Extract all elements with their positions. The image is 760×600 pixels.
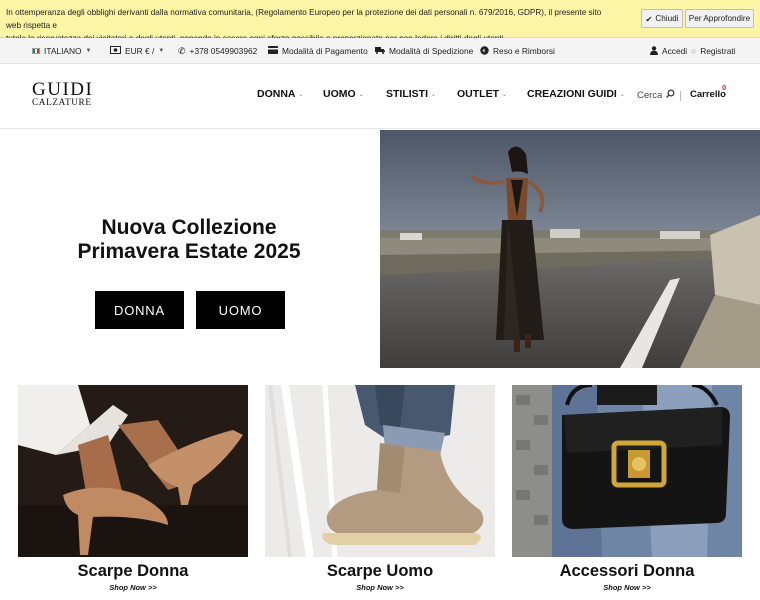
logo-sub-text: CALZATURE <box>32 98 92 108</box>
shipping-link[interactable]: Modalità di Spedizione <box>375 38 473 64</box>
utility-bar: ITALIANO ▼ EUR € / ▼ ✆ +378 0549903962 M… <box>0 38 760 64</box>
nav-label: CREAZIONI GUIDI <box>527 88 617 100</box>
nav-label: STILISTI <box>386 88 428 100</box>
site-logo[interactable]: GUIDI CALZATURE <box>32 79 94 109</box>
card-icon <box>268 46 278 56</box>
header-divider <box>680 91 681 101</box>
cookie-banner: In ottemperanza degli obblighi derivanti… <box>0 0 760 43</box>
account-area: Accedi ○ Registrati <box>650 38 736 64</box>
nav-item-creazioni-guidi[interactable]: CREAZIONI GUIDI ⌄ <box>527 88 625 100</box>
scarpe-uomo-image[interactable] <box>265 385 495 557</box>
language-selector[interactable]: ITALIANO ▼ <box>32 38 92 64</box>
payment-label: Modalità di Pagamento <box>282 46 368 56</box>
cookie-close-button[interactable]: ✔ Chiudi <box>641 9 683 28</box>
phone-label: +378 0549903962 <box>189 46 258 56</box>
phone-icon: ✆ <box>178 45 186 56</box>
hero-donna-button[interactable]: DONNA <box>95 291 184 329</box>
nav-item-outlet[interactable]: OUTLET ⌄ <box>457 88 507 100</box>
scarpe-donna-image[interactable] <box>18 385 248 557</box>
chevron-down-icon: ⌄ <box>502 91 508 98</box>
user-icon <box>650 45 658 57</box>
chevron-down-icon: ⌄ <box>358 91 364 98</box>
shipping-label: Modalità di Spedizione <box>389 46 474 56</box>
currency-icon <box>110 46 121 56</box>
chevron-down-icon: ⌄ <box>431 91 437 98</box>
cookie-close-label: Chiudi <box>655 14 679 23</box>
cart-count-badge: 0 <box>722 83 727 92</box>
returns-label: Reso e Rimborsi <box>493 46 555 56</box>
truck-icon <box>375 46 385 56</box>
accessori-donna-image[interactable] <box>512 385 742 557</box>
nav-item-stilisti[interactable]: STILISTI ⌄ <box>386 88 436 100</box>
card-title[interactable]: Accessori Donna <box>512 562 742 581</box>
register-link[interactable]: Registrati <box>700 46 735 56</box>
category-card-scarpe-uomo[interactable]: Scarpe Uomo Shop Now >> <box>265 385 495 592</box>
shop-now-link[interactable]: Shop Now >> <box>18 583 248 592</box>
card-title[interactable]: Scarpe Uomo <box>265 562 495 581</box>
phone-link[interactable]: ✆ +378 0549903962 <box>178 38 257 64</box>
separator: ○ <box>691 46 697 56</box>
currency-selector[interactable]: EUR € / ▼ <box>110 38 164 64</box>
chevron-down-icon: ⌄ <box>298 91 304 98</box>
cart-link[interactable]: Carrello <box>690 89 726 100</box>
returns-link[interactable]: Reso e Rimborsi <box>480 38 555 64</box>
return-icon <box>480 45 489 57</box>
nav-label: OUTLET <box>457 88 499 100</box>
search-trigger[interactable]: Cerca <box>637 89 675 101</box>
login-link[interactable]: Accedi <box>662 46 687 56</box>
nav-label: DONNA <box>257 88 296 100</box>
nav-label: UOMO <box>323 88 356 100</box>
flag-italy-icon <box>32 48 40 54</box>
hero-title-line2: Primavera Estate 2025 <box>77 240 301 263</box>
hero-title: Nuova Collezione Primavera Estate 2025 <box>0 216 378 264</box>
nav-item-donna[interactable]: DONNA ⌄ <box>257 88 304 100</box>
payment-link[interactable]: Modalità di Pagamento <box>268 38 368 64</box>
logo-main-text: GUIDI <box>32 79 94 100</box>
cookie-text-line1: In ottemperanza degli obblighi derivanti… <box>6 8 602 30</box>
hero-text-panel: Nuova Collezione Primavera Estate 2025 D… <box>0 130 380 368</box>
language-label: ITALIANO <box>44 46 82 56</box>
hero-title-line1: Nuova Collezione <box>101 216 277 239</box>
main-header: GUIDI CALZATURE DONNA ⌄ UOMO ⌄ STILISTI … <box>0 64 760 129</box>
chevron-down-icon: ▼ <box>85 48 92 54</box>
cookie-more-label: Per Approfondire <box>688 14 751 23</box>
category-card-accessori-donna[interactable]: Accessori Donna Shop Now >> <box>512 385 742 592</box>
nav-item-uomo[interactable]: UOMO ⌄ <box>323 88 364 100</box>
chevron-down-icon: ⌄ <box>619 91 625 98</box>
shop-now-link[interactable]: Shop Now >> <box>265 583 495 592</box>
check-icon: ✔ <box>645 14 653 24</box>
card-title[interactable]: Scarpe Donna <box>18 562 248 581</box>
search-icon <box>666 89 675 101</box>
chevron-down-icon: ▼ <box>158 48 165 54</box>
currency-label: EUR € / <box>125 46 155 56</box>
hero-uomo-button[interactable]: UOMO <box>196 291 285 329</box>
search-label: Cerca <box>637 89 663 101</box>
hero-image[interactable] <box>380 130 760 368</box>
category-card-scarpe-donna[interactable]: Scarpe Donna Shop Now >> <box>18 385 248 592</box>
shop-now-link[interactable]: Shop Now >> <box>512 583 742 592</box>
cookie-more-info-button[interactable]: Per Approfondire <box>685 9 754 28</box>
